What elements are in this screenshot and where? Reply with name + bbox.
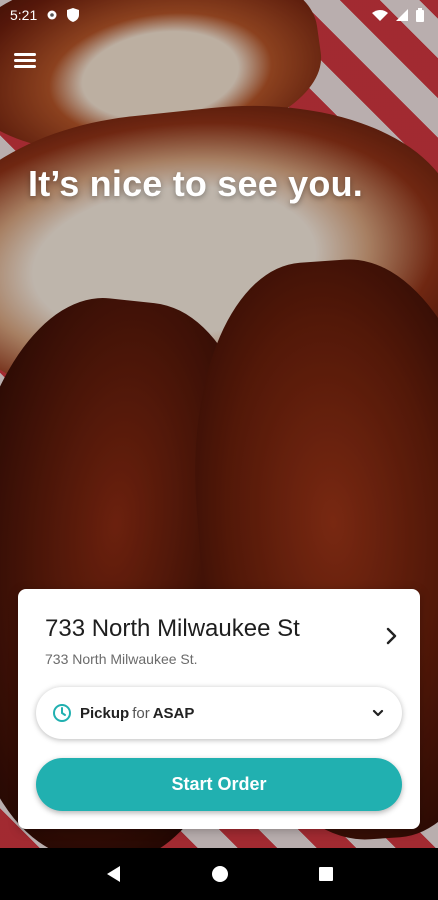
pickup-for-text: for xyxy=(132,704,150,722)
signal-icon xyxy=(396,9,408,21)
pickup-label: Pickup for ASAP xyxy=(80,705,372,722)
location-card: 733 North Milwaukee St 733 North Milwauk… xyxy=(18,589,420,829)
wifi-icon xyxy=(372,9,388,21)
location-title[interactable]: 733 North Milwaukee St xyxy=(45,615,300,643)
location-subtitle: 733 North Milwaukee St. xyxy=(45,651,198,667)
status-bar: 5:21 xyxy=(0,0,438,30)
clock-icon xyxy=(52,703,72,723)
status-time: 5:21 xyxy=(10,7,38,23)
start-order-button[interactable]: Start Order xyxy=(36,758,402,811)
hamburger-menu-icon[interactable] xyxy=(14,50,42,74)
recents-icon[interactable] xyxy=(318,866,334,882)
pickup-mode: Pickup xyxy=(80,704,130,722)
page-title: It’s nice to see you. xyxy=(28,163,363,204)
home-icon[interactable] xyxy=(211,865,229,883)
battery-icon xyxy=(416,8,424,22)
pickup-time: ASAP xyxy=(152,704,195,722)
chevron-down-icon xyxy=(372,709,384,717)
back-icon[interactable] xyxy=(104,864,122,884)
pickup-time-selector[interactable]: Pickup for ASAP xyxy=(36,687,402,739)
gear-icon xyxy=(45,8,59,22)
system-nav-bar xyxy=(0,848,438,900)
shield-icon xyxy=(67,8,80,22)
chevron-right-icon[interactable] xyxy=(386,627,398,645)
